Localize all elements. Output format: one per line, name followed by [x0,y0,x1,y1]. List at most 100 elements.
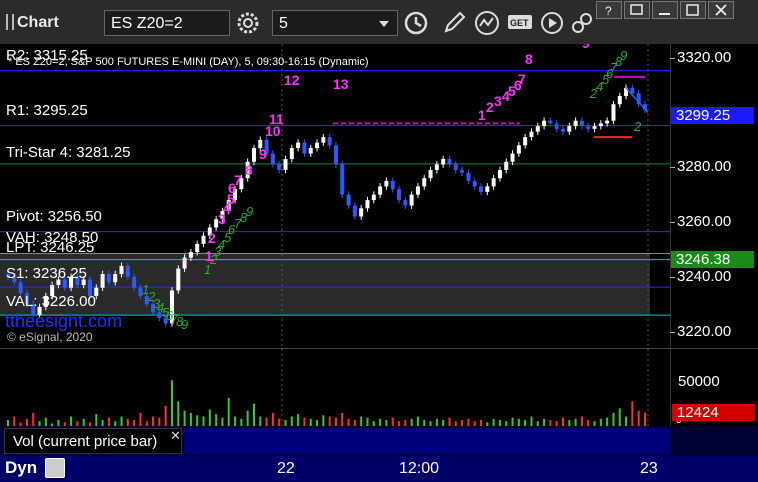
candle-body [479,186,484,192]
candle-body [321,137,326,143]
volume-tick-50000: 50000 [678,373,720,390]
setup-count-label: 9 [181,317,188,332]
get-data-icon[interactable]: GET [506,9,534,37]
candle-body [516,145,521,154]
candle-body [523,137,528,146]
price-badge: 3299.25 [671,106,754,124]
setup-count-label: 9 [620,48,627,63]
setup-count-label: 2 [486,99,494,115]
price-chart[interactable]: 1234567891011121312345678910121234567891… [0,31,670,348]
candle-body [605,120,610,124]
volume-chart-svg [7,349,649,427]
link-icon[interactable] [568,9,596,37]
minimize-icon[interactable] [652,1,678,19]
price-scale[interactable] [670,44,758,348]
candle-body [283,159,288,170]
chevron-down-icon [379,21,389,27]
maximize-icon[interactable] [680,1,706,19]
candle-body [460,169,465,173]
candle-body [176,268,181,291]
candle-body [100,274,105,288]
close-study-icon[interactable]: ✕ [170,428,181,444]
candle-body [554,123,559,129]
candle-body [371,194,376,201]
svg-text:GET: GET [510,18,529,28]
drag-handle-icon[interactable] [6,14,14,30]
candle-body [390,180,395,190]
price-tick-label: 3320.00 [677,48,732,66]
candle-body [529,131,534,138]
candle-body [409,194,414,206]
setup-count-label: 7 [234,172,242,188]
play-icon[interactable] [538,9,566,37]
candle-body [466,172,471,181]
candle-body [567,126,572,132]
candle-body [346,194,351,206]
restore-icon[interactable] [624,1,650,19]
candle-body [510,153,515,162]
candle-body [384,180,389,187]
candle-body [548,120,553,124]
candle-body [397,189,402,201]
candle-body [403,200,408,206]
setup-count-label: 9 [246,204,253,219]
projection-line [625,87,649,113]
candle-body [296,142,301,149]
candle-body [277,164,282,170]
dynamic-mode-icon[interactable] [45,458,65,478]
time-label-22: 22 [277,460,295,477]
symbol-value: ES Z20=2 [111,15,183,32]
clock-icon[interactable] [402,9,430,37]
price-chart-svg: 1234567891011121312345678910121234567891… [0,31,670,348]
candle-body [535,126,540,132]
pencil-draw-icon[interactable] [440,9,468,37]
candle-body [598,123,603,127]
close-icon[interactable] [708,1,734,19]
level-label: Pivot: 3256.50 [6,208,102,225]
candle-body [504,161,509,170]
symbol-settings-gear-icon[interactable] [234,9,262,37]
interval-select[interactable]: 5 [272,10,398,36]
candle-body [359,208,364,217]
price-tick-label: 3280.00 [677,158,732,176]
candle-body [453,164,458,170]
candle-body [18,282,23,294]
dynamic-mode-label[interactable]: Dyn [5,458,37,478]
candle-body [434,164,439,170]
interval-value: 5 [279,15,288,32]
candle-body [188,252,193,258]
candle-body [586,126,591,129]
time-label-1200: 12:00 [399,460,440,477]
price-tick-mark [670,57,675,59]
setup-count-label: 9 [259,146,267,162]
candle-body [415,186,420,195]
price-tick-mark [670,167,675,169]
volume-pane[interactable] [0,348,670,427]
symbol-input[interactable]: ES Z20=2 [104,10,230,36]
candle-body [579,120,584,127]
candle-body [308,148,313,154]
studies-icon[interactable] [473,9,501,37]
volume-study-label[interactable]: Vol (current price bar) [4,428,182,454]
price-tick-mark [670,276,675,278]
value-area-shade [0,253,650,316]
candle-body [561,128,566,132]
candle-body [592,126,597,129]
candle-body [497,169,502,179]
level-label: S1: 3236.25 [6,265,87,282]
setup-count-label: 1 [478,107,486,123]
candle-body [428,169,433,179]
candle-body [352,205,357,217]
candle-body [201,235,206,244]
candle-body [340,164,345,195]
price-tick-label: 3260.00 [677,213,732,231]
level-label: VAL: 3226.00 [6,293,96,310]
help-icon[interactable]: ? [596,1,622,19]
candle-body [270,153,275,165]
candle-body [542,120,547,127]
price-tick-mark [670,331,675,333]
candle-body [472,180,477,187]
price-tick-label: 3240.00 [677,267,732,285]
candle-body [491,178,496,187]
candle-body [289,148,294,160]
